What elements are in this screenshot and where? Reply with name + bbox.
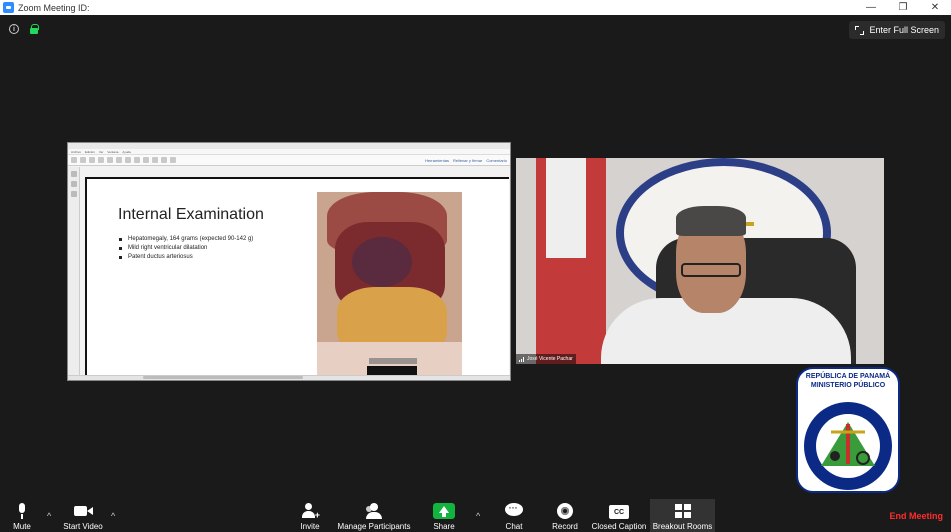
signal-strength-icon bbox=[519, 356, 524, 362]
closed-caption-icon: CC bbox=[609, 505, 629, 519]
toolbar-tool-icon bbox=[170, 157, 176, 163]
share-options-caret-icon[interactable]: ^ bbox=[476, 511, 480, 521]
shared-menu-item: Ver bbox=[98, 149, 104, 154]
logo-line1: REPÚBLICA DE PANAMÁ bbox=[805, 373, 891, 380]
participants-icon bbox=[364, 503, 384, 519]
logo-line2: MINISTERIO PÚBLICO bbox=[810, 382, 886, 389]
breakout-rooms-label: Breakout Rooms bbox=[652, 522, 713, 531]
mute-label: Mute bbox=[13, 522, 31, 531]
record-label: Record bbox=[552, 522, 578, 531]
microphone-icon bbox=[12, 503, 32, 519]
record-button[interactable]: Record bbox=[550, 499, 580, 532]
shared-toolbar-right: Herramientas Rellenar y firmar Comentari… bbox=[425, 158, 507, 163]
shared-menu-item: Ayuda bbox=[122, 149, 131, 154]
invite-label: Invite bbox=[300, 522, 320, 531]
invite-icon: + bbox=[300, 503, 320, 520]
record-icon bbox=[555, 503, 575, 519]
toolbar-tool-icon bbox=[134, 157, 140, 163]
video-options-caret-icon[interactable]: ^ bbox=[111, 511, 115, 521]
manage-participants-button[interactable]: Manage Participants bbox=[334, 499, 414, 532]
invite-button[interactable]: + Invite bbox=[296, 499, 324, 532]
shared-comment-link: Comentario bbox=[486, 157, 507, 163]
share-button[interactable]: Share bbox=[428, 499, 460, 532]
flag-background bbox=[536, 158, 606, 364]
toolbar-tool-icon bbox=[152, 157, 158, 163]
close-button[interactable]: ✕ bbox=[919, 0, 951, 15]
toolbar-tool-icon bbox=[143, 157, 149, 163]
toolbar-tool-icon bbox=[71, 157, 77, 163]
participant-video-tile[interactable]: José Vicente Pachar bbox=[516, 158, 884, 364]
mute-button[interactable]: Mute bbox=[7, 499, 37, 532]
toolbar-tool-icon bbox=[80, 157, 86, 163]
restore-button[interactable]: ❐ bbox=[887, 0, 919, 15]
shared-menu-item: Ventana bbox=[107, 149, 119, 154]
toolbar-tool-icon bbox=[89, 157, 95, 163]
fullscreen-icon bbox=[855, 25, 865, 35]
slide-photo bbox=[317, 192, 462, 378]
enter-full-screen-button[interactable]: Enter Full Screen bbox=[849, 21, 945, 39]
slide-bullet: Hepatomegaly, 164 grams (expected 90-142… bbox=[119, 235, 253, 244]
pane-tool-icon bbox=[70, 191, 77, 197]
shared-left-pane bbox=[68, 167, 80, 377]
shared-fill-sign-link: Rellenar y firmar bbox=[452, 157, 483, 163]
toolbar-tool-icon bbox=[161, 157, 167, 163]
info-icon[interactable]: i bbox=[9, 24, 19, 34]
video-camera-icon bbox=[73, 503, 93, 519]
window-titlebar: Zoom Meeting ID: — ❐ ✕ bbox=[0, 0, 951, 15]
shared-tools-link: Herramientas bbox=[424, 157, 449, 163]
shared-menu-item: Archivo bbox=[71, 149, 82, 154]
shared-statusbar bbox=[68, 375, 510, 380]
photo-caption bbox=[369, 358, 417, 364]
toolbar-tool-icon bbox=[107, 157, 113, 163]
slide-bullet-list: Hepatomegaly, 164 grams (expected 90-142… bbox=[119, 235, 253, 262]
chat-button[interactable]: Chat bbox=[500, 499, 528, 532]
breakout-rooms-icon bbox=[673, 503, 693, 519]
slide-bullet: Patent ductus arteriosus bbox=[119, 253, 253, 262]
pane-tool-icon bbox=[70, 171, 77, 177]
end-meeting-button[interactable]: End Meeting bbox=[890, 511, 944, 521]
shared-app-toolbar: Herramientas Rellenar y firmar Comentari… bbox=[68, 155, 510, 166]
start-video-button[interactable]: Start Video bbox=[60, 499, 106, 532]
chat-label: Chat bbox=[505, 522, 523, 531]
audio-options-caret-icon[interactable]: ^ bbox=[47, 511, 51, 521]
share-screen-icon bbox=[433, 503, 455, 519]
slide-title: Internal Examination bbox=[118, 206, 264, 223]
shared-menu-item: Edición bbox=[85, 149, 95, 154]
chat-bubble-icon bbox=[504, 500, 524, 519]
participant-name: José Vicente Pachar bbox=[527, 356, 573, 362]
participant-name-label: José Vicente Pachar bbox=[516, 354, 576, 364]
shared-screen: Archivo Edición Ver Ventana Ayuda Herram… bbox=[67, 142, 511, 381]
zoom-app-icon bbox=[3, 2, 14, 13]
start-video-label: Start Video bbox=[63, 522, 103, 531]
enter-full-screen-label: Enter Full Screen bbox=[869, 25, 939, 35]
window-title: Zoom Meeting ID: bbox=[18, 2, 90, 13]
institute-logo: REPÚBLICA DE PANAMÁ MINISTERIO PÚBLICO bbox=[795, 366, 901, 494]
slide-bullet: Mild right ventricular dilatation bbox=[119, 244, 253, 253]
toolbar-tool-icon bbox=[98, 157, 104, 163]
toolbar-tool-icon bbox=[125, 157, 131, 163]
lock-icon[interactable] bbox=[29, 24, 39, 34]
horizontal-scrollbar bbox=[143, 376, 303, 379]
toolbar-tool-icon bbox=[116, 157, 122, 163]
meeting-toolbar: Mute ^ Start Video ^ + Invite Manage Par… bbox=[0, 499, 951, 532]
meeting-status-icons: i bbox=[9, 24, 39, 34]
minimize-button[interactable]: — bbox=[855, 0, 887, 15]
manage-participants-label: Manage Participants bbox=[337, 522, 411, 531]
pane-tool-icon bbox=[70, 181, 77, 187]
share-label: Share bbox=[433, 522, 455, 531]
window-controls: — ❐ ✕ bbox=[855, 0, 951, 15]
closed-caption-button[interactable]: CC Closed Caption bbox=[589, 499, 649, 532]
closed-caption-label: Closed Caption bbox=[591, 522, 647, 531]
breakout-rooms-button[interactable]: Breakout Rooms bbox=[650, 499, 715, 532]
presentation-slide: Internal Examination Hepatomegaly, 164 g… bbox=[85, 177, 509, 378]
